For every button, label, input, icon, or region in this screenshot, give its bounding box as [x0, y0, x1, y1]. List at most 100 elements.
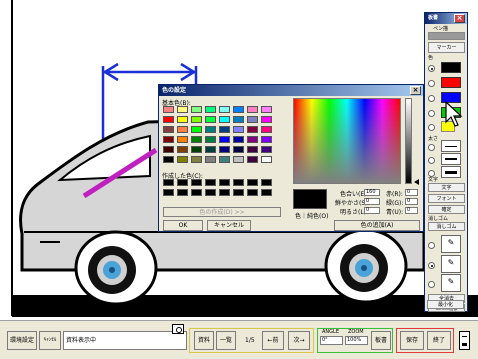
- basic-color-swatch[interactable]: [219, 146, 230, 153]
- color-radio-red[interactable]: [428, 80, 435, 87]
- basic-color-swatch[interactable]: [247, 106, 258, 113]
- add-to-custom-colors-button[interactable]: 色の追加(A): [334, 220, 420, 231]
- thickness-radio-2[interactable]: [428, 157, 435, 164]
- basic-color-swatch[interactable]: [247, 116, 258, 123]
- basic-color-swatch[interactable]: [261, 146, 272, 153]
- basic-color-swatch[interactable]: [233, 106, 244, 113]
- thickness-radio-1[interactable]: [428, 144, 435, 151]
- pen-tool-icon[interactable]: ✎: [441, 235, 461, 253]
- cancel-toolbar-button[interactable]: ｷｬﾝｾﾙ: [39, 331, 61, 350]
- basic-color-swatch[interactable]: [177, 116, 188, 123]
- save-button[interactable]: 保存: [400, 331, 424, 350]
- color-spectrum[interactable]: [293, 98, 401, 184]
- basic-color-swatch[interactable]: [205, 116, 216, 123]
- basic-color-swatch[interactable]: [247, 156, 258, 163]
- basic-color-swatch[interactable]: [177, 146, 188, 153]
- basic-color-swatch[interactable]: [191, 156, 202, 163]
- basic-color-swatch[interactable]: [233, 156, 244, 163]
- custom-color-swatch[interactable]: [177, 179, 188, 186]
- basic-color-swatch[interactable]: [247, 126, 258, 133]
- basic-color-swatch[interactable]: [219, 116, 230, 123]
- basic-color-swatch[interactable]: [163, 156, 174, 163]
- luminance-slider[interactable]: [405, 98, 412, 184]
- green-field[interactable]: 0: [405, 198, 418, 205]
- close-icon[interactable]: ×: [410, 86, 421, 95]
- saturation-field[interactable]: 0: [364, 198, 380, 205]
- basic-color-swatch[interactable]: [163, 136, 174, 143]
- custom-color-swatch[interactable]: [163, 189, 174, 196]
- eraser-button[interactable]: 消しゴム: [428, 222, 465, 231]
- luminance-arrow-icon[interactable]: [414, 179, 419, 185]
- luminance-field[interactable]: 0: [364, 207, 380, 214]
- tool-radio-3[interactable]: [428, 281, 435, 288]
- color-radio-blue[interactable]: [428, 95, 435, 102]
- basic-color-swatch[interactable]: [261, 156, 272, 163]
- env-settings-button[interactable]: 環境設定: [7, 331, 37, 350]
- hue-field[interactable]: 160: [364, 189, 380, 196]
- basic-color-swatch[interactable]: [219, 106, 230, 113]
- text-button[interactable]: 文字: [428, 183, 465, 192]
- next-button[interactable]: 次→: [288, 331, 310, 350]
- marker-button[interactable]: マーカー: [428, 42, 465, 53]
- basic-color-swatch[interactable]: [205, 126, 216, 133]
- basic-color-swatch[interactable]: [205, 106, 216, 113]
- cancel-button[interactable]: キャンセル: [207, 220, 251, 231]
- basic-color-swatch[interactable]: [191, 126, 202, 133]
- basic-color-swatch[interactable]: [233, 126, 244, 133]
- custom-color-swatch[interactable]: [247, 189, 258, 196]
- basic-color-swatch[interactable]: [191, 146, 202, 153]
- custom-color-swatch[interactable]: [219, 189, 230, 196]
- basic-color-swatch[interactable]: [219, 156, 230, 163]
- color-radio-green[interactable]: [428, 110, 435, 117]
- basic-color-swatch[interactable]: [191, 106, 202, 113]
- custom-color-swatch[interactable]: [163, 179, 174, 186]
- minimize-button[interactable]: 最小化: [427, 300, 464, 309]
- font-button[interactable]: フォント: [428, 194, 465, 203]
- angle-select[interactable]: 0°: [320, 336, 343, 345]
- basic-color-swatch[interactable]: [247, 136, 258, 143]
- exit-button[interactable]: 終了: [427, 331, 451, 350]
- custom-color-swatch[interactable]: [233, 189, 244, 196]
- basic-color-swatch[interactable]: [219, 126, 230, 133]
- list-button[interactable]: 一覧: [216, 331, 236, 350]
- basic-color-swatch[interactable]: [261, 106, 272, 113]
- confirm-button[interactable]: 確定: [428, 205, 465, 214]
- color-radio-black[interactable]: [428, 65, 435, 72]
- basic-color-swatch[interactable]: [261, 126, 272, 133]
- board-button[interactable]: 板書: [371, 331, 391, 350]
- basic-color-swatch[interactable]: [247, 146, 258, 153]
- prev-button[interactable]: ←前: [262, 331, 284, 350]
- pen-tool-3-icon[interactable]: ✎: [441, 274, 461, 292]
- basic-color-swatch[interactable]: [233, 146, 244, 153]
- basic-color-swatch[interactable]: [261, 136, 272, 143]
- basic-color-swatch[interactable]: [177, 106, 188, 113]
- basic-color-swatch[interactable]: [163, 146, 174, 153]
- color-swatch-red[interactable]: [441, 77, 461, 88]
- custom-color-swatch[interactable]: [205, 189, 216, 196]
- basic-color-swatch[interactable]: [205, 146, 216, 153]
- pen-button[interactable]: [428, 32, 465, 40]
- custom-color-swatch[interactable]: [191, 189, 202, 196]
- custom-color-swatch[interactable]: [233, 179, 244, 186]
- palette-close-icon[interactable]: ×: [454, 14, 465, 23]
- basic-color-swatch[interactable]: [261, 116, 272, 123]
- basic-color-swatch[interactable]: [177, 126, 188, 133]
- basic-color-swatch[interactable]: [233, 136, 244, 143]
- pen-tool-2-icon[interactable]: ✎: [441, 255, 461, 273]
- custom-color-swatch[interactable]: [177, 189, 188, 196]
- custom-color-swatch[interactable]: [247, 179, 258, 186]
- basic-color-swatch[interactable]: [163, 106, 174, 113]
- basic-color-swatch[interactable]: [191, 116, 202, 123]
- red-field[interactable]: 0: [405, 189, 418, 196]
- side-menu-icon[interactable]: [459, 331, 470, 350]
- medium-line-icon[interactable]: [441, 153, 461, 165]
- tool-radio-1[interactable]: [428, 242, 435, 249]
- basic-color-swatch[interactable]: [177, 156, 188, 163]
- basic-color-swatch[interactable]: [191, 136, 202, 143]
- custom-color-swatch[interactable]: [219, 179, 230, 186]
- material-button[interactable]: 資料: [194, 331, 214, 350]
- define-custom-colors-button[interactable]: 色の作成(D) >>: [163, 207, 281, 217]
- basic-color-swatch[interactable]: [233, 116, 244, 123]
- custom-color-swatch[interactable]: [205, 179, 216, 186]
- ok-button[interactable]: OK: [163, 220, 203, 231]
